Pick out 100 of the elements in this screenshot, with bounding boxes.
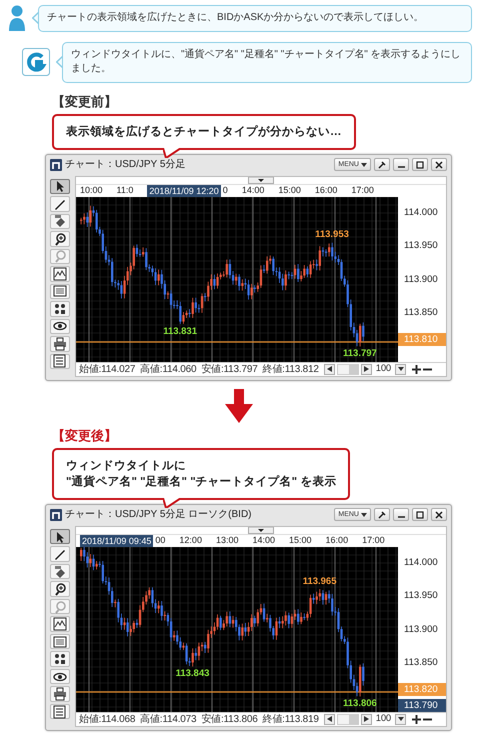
shapes-icon (53, 302, 67, 316)
maximize-button[interactable] (412, 508, 428, 522)
dropdown-button[interactable] (395, 714, 406, 725)
zoom-in-icon (53, 232, 67, 246)
chat-message: ウィンドウタイトルに、"通貨ペア名" "足種名" "チャートタイプ名" を表示するようにしました。 (62, 42, 472, 82)
cursor-price-tag: 113.790 (398, 698, 446, 712)
line-chart-icon (53, 617, 67, 632)
pin-button[interactable] (374, 508, 390, 522)
zoom-field[interactable]: 100 (374, 712, 394, 726)
tool-button[interactable] (50, 546, 70, 562)
tool-button[interactable] (50, 354, 70, 370)
left-arrow-icon (326, 366, 332, 372)
tool-button[interactable] (50, 686, 70, 702)
collapse-tab[interactable] (248, 176, 274, 184)
tool-button[interactable] (50, 634, 70, 650)
time-label: 14:00 (252, 534, 276, 548)
down-arrow-icon (225, 388, 253, 423)
list-icon (53, 354, 67, 368)
shapes-icon (53, 652, 67, 666)
tool-button[interactable] (50, 528, 70, 544)
tool-button[interactable] (50, 231, 70, 247)
tool-button[interactable] (50, 214, 70, 230)
tool-button[interactable] (50, 301, 70, 317)
time-label: 16:00 (314, 184, 338, 197)
current-price-tag: 113.810 (398, 332, 446, 346)
caret-icon (361, 162, 367, 167)
time-label: 11:0 (116, 184, 134, 197)
maximize-icon (416, 510, 424, 519)
caret-icon (361, 512, 367, 517)
section-heading: 【変更後】 (52, 426, 118, 444)
minimize-icon (398, 516, 404, 518)
tool-button[interactable] (50, 178, 70, 194)
close-button[interactable] (431, 158, 447, 172)
low-price-label: 113.831 (163, 326, 198, 336)
callout-text: 表示領域を広げるとチャートタイプが分からない… (52, 114, 356, 150)
maximize-icon (416, 160, 424, 169)
tool-button[interactable] (50, 616, 70, 632)
ohlc-label: 終値:113.812 (262, 362, 319, 377)
price-label: 113.900 (403, 272, 439, 287)
zoom-out-icon (53, 600, 67, 614)
caret-icon (398, 717, 404, 722)
tool-button[interactable] (50, 564, 70, 580)
minimize-button[interactable] (393, 158, 409, 172)
scroll-left-button[interactable] (324, 364, 335, 375)
pin-button[interactable] (374, 158, 390, 172)
ohlc-label: 安値:113.797 (201, 362, 258, 377)
tool-button[interactable] (50, 196, 70, 212)
ohlc-label: 始値:114.068 (79, 712, 136, 727)
high-price-label: 113.953 (315, 229, 349, 240)
price-label: 113.850 (403, 306, 439, 320)
tool-button[interactable] (50, 336, 70, 352)
table-icon (53, 284, 67, 298)
current-price-tag: 113.820 (398, 682, 446, 696)
time-label: 12:00 (179, 534, 202, 548)
plus-icon[interactable] (412, 364, 422, 374)
plus-icon[interactable] (412, 714, 422, 724)
list-icon (53, 704, 67, 719)
cursor-time-label: 2018/11/09 09:45 (80, 534, 154, 547)
caret-icon (398, 367, 404, 372)
close-button[interactable] (431, 508, 447, 522)
logo-icon (22, 48, 50, 76)
callout-tail (163, 498, 181, 508)
price-label: 113.950 (403, 239, 439, 254)
time-label: 17:00 (351, 184, 374, 197)
scrollbar-thumb[interactable] (348, 364, 358, 374)
cursor-time-label: 2018/11/09 12:20 (147, 184, 221, 197)
printer-icon (53, 687, 67, 702)
tool-button[interactable] (50, 651, 70, 667)
scroll-right-button[interactable] (360, 364, 372, 375)
app-icon (50, 158, 62, 171)
tool-button[interactable] (50, 668, 70, 684)
ohlc-label: 始値:114.027 (79, 362, 136, 377)
scroll-right-button[interactable] (360, 714, 372, 725)
scrollbar-thumb[interactable] (348, 714, 358, 724)
tool-button[interactable] (50, 284, 70, 300)
section-heading: 【変更前】 (52, 92, 118, 110)
tool-button[interactable] (50, 266, 70, 282)
tool-button[interactable] (50, 704, 70, 720)
zoom-field[interactable]: 100 (374, 362, 394, 376)
right-arrow-icon (364, 716, 369, 722)
tool-button[interactable] (50, 581, 70, 597)
scroll-left-button[interactable] (324, 714, 335, 725)
minimize-button[interactable] (393, 508, 409, 522)
scrollbar[interactable] (336, 364, 359, 375)
ohlc-label: 終値:113.819 (262, 712, 319, 727)
tool-button[interactable] (50, 318, 70, 334)
scrollbar[interactable] (336, 714, 359, 725)
low-price-label: 113.843 (176, 668, 210, 680)
time-label: 10:00 (80, 184, 103, 197)
time-label: 14:00 (242, 184, 264, 197)
low-price-label: 113.797 (343, 348, 377, 360)
collapse-tab[interactable] (248, 526, 274, 534)
printer-icon (53, 336, 67, 351)
zoom-out-icon (53, 249, 67, 264)
window-title: チャート：USD/JPY 5分足 (65, 158, 186, 172)
dropdown-button[interactable] (395, 364, 406, 375)
price-label: 113.850 (403, 656, 439, 670)
time-label: 17:00 (362, 534, 385, 548)
maximize-button[interactable] (412, 158, 428, 172)
time-label: 15:00 (278, 184, 301, 197)
